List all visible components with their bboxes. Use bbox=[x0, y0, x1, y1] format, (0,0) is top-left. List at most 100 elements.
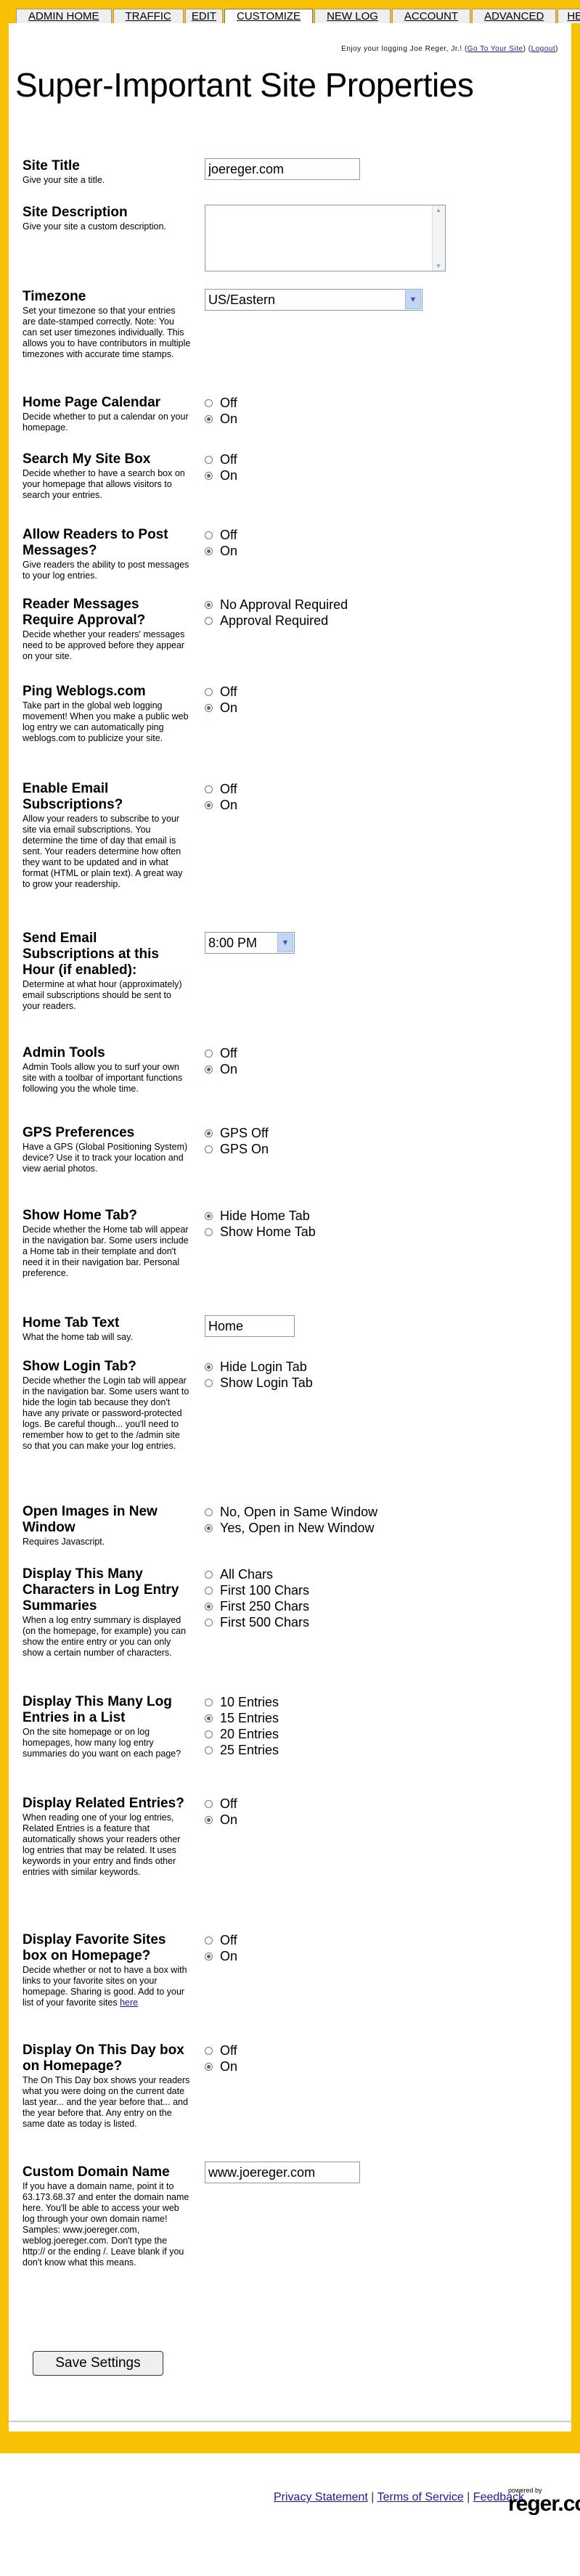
radio-button[interactable] bbox=[205, 1227, 213, 1236]
tab-advanced[interactable]: ADVANCED bbox=[472, 9, 557, 23]
radio-option[interactable]: GPS On bbox=[205, 1141, 269, 1157]
radio-label: Off bbox=[220, 396, 237, 410]
scrollbar[interactable]: ▲ ▼ bbox=[432, 205, 445, 271]
radio-button[interactable] bbox=[205, 1698, 213, 1706]
save-settings-button[interactable]: Save Settings bbox=[33, 2351, 163, 2376]
radio-button[interactable] bbox=[205, 1145, 213, 1153]
radio-button[interactable] bbox=[205, 1952, 213, 1960]
radio-option[interactable]: 15 Entries bbox=[205, 1710, 279, 1726]
home-tab-text-input[interactable] bbox=[205, 1315, 295, 1337]
radio-option[interactable]: All Chars bbox=[205, 1566, 309, 1582]
radio-button[interactable] bbox=[205, 1714, 213, 1722]
tab-traffic[interactable]: TRAFFIC bbox=[113, 9, 184, 23]
radio-option[interactable]: GPS Off bbox=[205, 1125, 269, 1141]
radio-button[interactable] bbox=[205, 1362, 213, 1371]
radio-option[interactable]: On bbox=[205, 700, 237, 716]
radio-option[interactable]: Off bbox=[205, 451, 237, 467]
radio-option[interactable]: First 250 Chars bbox=[205, 1598, 309, 1614]
radio-label: On bbox=[220, 544, 238, 558]
radio-option[interactable]: Hide Home Tab bbox=[205, 1208, 316, 1224]
site-description-textarea[interactable]: ▲ ▼ bbox=[205, 205, 446, 271]
radio-option[interactable]: 10 Entries bbox=[205, 1694, 279, 1710]
radio-option[interactable]: Show Home Tab bbox=[205, 1224, 316, 1240]
radio-option[interactable]: 25 Entries bbox=[205, 1742, 279, 1758]
radio-button[interactable] bbox=[205, 1065, 213, 1074]
radio-button[interactable] bbox=[205, 1586, 213, 1595]
radio-button[interactable] bbox=[205, 1815, 213, 1824]
site-title-input[interactable] bbox=[205, 158, 360, 180]
favorites-here-link[interactable]: here bbox=[120, 1998, 138, 2008]
tab-new-log[interactable]: NEW LOG bbox=[314, 9, 391, 23]
tab-help[interactable]: HELP bbox=[557, 9, 580, 23]
radio-button[interactable] bbox=[205, 1570, 213, 1579]
go-to-site-link[interactable]: Go To Your Site bbox=[467, 45, 523, 53]
radio-option[interactable]: On bbox=[205, 411, 237, 427]
radio-option[interactable]: On bbox=[205, 2058, 237, 2074]
radio-button[interactable] bbox=[205, 1211, 213, 1220]
divider bbox=[9, 2421, 571, 2422]
radio-button[interactable] bbox=[205, 2046, 213, 2055]
radio-option[interactable]: First 100 Chars bbox=[205, 1582, 309, 1598]
tab-customize[interactable]: CUSTOMIZE bbox=[224, 9, 314, 23]
radio-button[interactable] bbox=[205, 687, 213, 696]
domain-input[interactable] bbox=[205, 2162, 360, 2183]
radio-button[interactable] bbox=[205, 2062, 213, 2071]
radio-button[interactable] bbox=[205, 398, 213, 407]
terms-link[interactable]: Terms of Service bbox=[377, 2491, 464, 2503]
tab-edit[interactable]: EDIT bbox=[184, 9, 223, 23]
send-hour-select[interactable]: 8:00 PM ▼ bbox=[205, 932, 295, 954]
radio-option[interactable]: Off bbox=[205, 395, 237, 411]
radio-option[interactable]: On bbox=[205, 1061, 237, 1077]
radio-button[interactable] bbox=[205, 600, 213, 609]
radio-option[interactable]: On bbox=[205, 543, 237, 559]
radio-button[interactable] bbox=[205, 547, 213, 555]
radio-button[interactable] bbox=[205, 1049, 213, 1058]
radio-button[interactable] bbox=[205, 531, 213, 539]
radio-option[interactable]: Yes, Open in New Window bbox=[205, 1520, 377, 1536]
radio-option[interactable]: Off bbox=[205, 2043, 237, 2058]
timezone-select[interactable]: US/Eastern ▼ bbox=[205, 289, 422, 311]
radio-option[interactable]: Hide Login Tab bbox=[205, 1359, 313, 1375]
radio-option[interactable]: First 500 Chars bbox=[205, 1614, 309, 1630]
radio-button[interactable] bbox=[205, 703, 213, 712]
logout-link[interactable]: Logout bbox=[531, 45, 556, 53]
radio-option[interactable]: Show Login Tab bbox=[205, 1375, 313, 1391]
radio-option[interactable]: No, Open in Same Window bbox=[205, 1504, 377, 1520]
radio-button[interactable] bbox=[205, 414, 213, 423]
radio-button[interactable] bbox=[205, 1730, 213, 1738]
radio-button[interactable] bbox=[205, 1799, 213, 1808]
radio-option[interactable]: 20 Entries bbox=[205, 1726, 279, 1742]
radio-option[interactable]: On bbox=[205, 1812, 237, 1828]
tab-account[interactable]: ACCOUNT bbox=[391, 9, 471, 23]
radio-button[interactable] bbox=[205, 785, 213, 793]
radio-button[interactable] bbox=[205, 1746, 213, 1754]
radio-button[interactable] bbox=[205, 455, 213, 464]
radio-button[interactable] bbox=[205, 1508, 213, 1516]
radio-option[interactable]: On bbox=[205, 467, 237, 483]
radio-option[interactable]: Off bbox=[205, 1045, 237, 1061]
radio-option[interactable]: Off bbox=[205, 781, 237, 797]
radio-option[interactable]: On bbox=[205, 1948, 237, 1964]
radio-button[interactable] bbox=[205, 1618, 213, 1627]
radio-button[interactable] bbox=[205, 1602, 213, 1611]
radio-option[interactable]: Off bbox=[205, 1796, 237, 1812]
radio-button[interactable] bbox=[205, 1936, 213, 1945]
radio-button[interactable] bbox=[205, 1524, 213, 1532]
radio-option[interactable]: No Approval Required bbox=[205, 597, 348, 613]
radio-option[interactable]: Off bbox=[205, 1932, 237, 1948]
setting-label: Show Login Tab? bbox=[23, 1359, 136, 1374]
radio-option[interactable]: Approval Required bbox=[205, 613, 348, 629]
tab-admin-home[interactable]: ADMIN HOME bbox=[16, 9, 112, 23]
setting-desc: Give readers the ability to post message… bbox=[23, 560, 189, 581]
radio-option[interactable]: On bbox=[205, 797, 237, 813]
radio-button[interactable] bbox=[205, 471, 213, 480]
radio-option[interactable]: Off bbox=[205, 527, 237, 543]
radio-label: 25 Entries bbox=[220, 1743, 279, 1757]
radio-button[interactable] bbox=[205, 1129, 213, 1137]
powered-by-logo[interactable]: powered by reger.com bbox=[508, 2487, 580, 2515]
radio-button[interactable] bbox=[205, 801, 213, 809]
radio-button[interactable] bbox=[205, 1378, 213, 1387]
radio-option[interactable]: Off bbox=[205, 684, 237, 700]
radio-button[interactable] bbox=[205, 616, 213, 625]
privacy-link[interactable]: Privacy Statement bbox=[274, 2491, 368, 2503]
